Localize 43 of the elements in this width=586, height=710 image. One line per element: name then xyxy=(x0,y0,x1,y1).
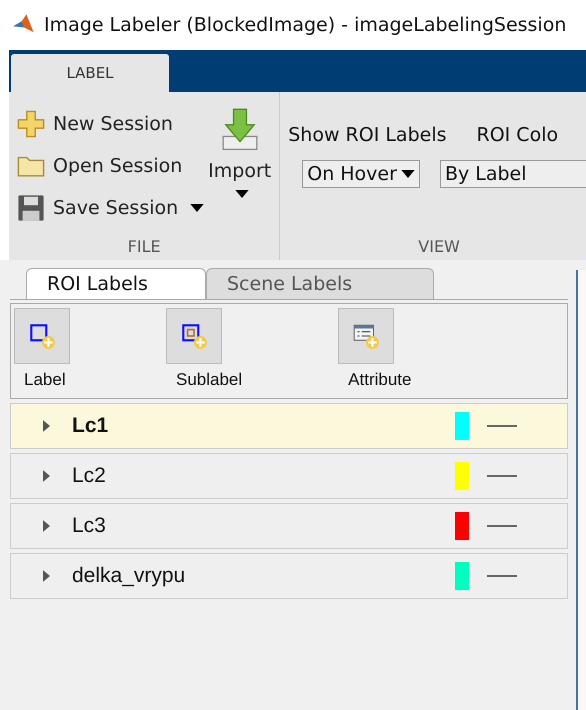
line-style-icon xyxy=(487,525,517,527)
section-title: VIEW xyxy=(417,237,461,256)
ribbon-button[interactable]: New Session xyxy=(17,106,204,142)
label-row[interactable]: delka_vrypu xyxy=(10,553,568,599)
add-button[interactable] xyxy=(166,308,222,364)
line-style-icon xyxy=(487,575,517,577)
tool-label: Sublabel xyxy=(176,370,242,390)
show-labels-dropdown[interactable]: On Hover xyxy=(302,160,420,188)
label-row[interactable]: Lc1 xyxy=(10,403,568,449)
show-roi-labels-label: Show ROI Labels xyxy=(288,124,446,146)
roi-color-dropdown[interactable]: By Label xyxy=(440,160,586,188)
panel-tab[interactable]: ROI Labels xyxy=(26,268,206,299)
caret-icon xyxy=(234,190,249,198)
add-button[interactable] xyxy=(14,308,70,364)
rectangle-plus-icon xyxy=(27,321,57,351)
download-arrow-icon xyxy=(220,108,260,152)
expand-arrow-icon xyxy=(43,470,50,482)
ribbon-button[interactable]: Save Session xyxy=(17,190,204,226)
ribbon-button[interactable]: Open Session xyxy=(17,148,204,184)
plus-icon xyxy=(17,110,45,138)
label-name: Lc2 xyxy=(72,464,107,488)
label-name: Lc3 xyxy=(72,514,107,538)
label-name: delka_vrypu xyxy=(72,564,186,588)
expand-arrow-icon xyxy=(43,520,50,532)
label-row[interactable]: Lc3 xyxy=(10,503,568,549)
tool-label: Attribute xyxy=(348,370,412,390)
line-style-icon xyxy=(487,425,517,427)
caret-icon xyxy=(190,204,204,212)
import-button[interactable]: Import xyxy=(208,100,272,237)
ribbon-tab[interactable]: LABEL xyxy=(11,54,169,92)
expand-arrow-icon xyxy=(43,570,50,582)
nested-rectangle-plus-icon xyxy=(179,321,209,351)
roi-color-label: ROI Colo xyxy=(476,124,558,146)
add-button[interactable] xyxy=(338,308,394,364)
label-name: Lc1 xyxy=(72,414,110,438)
tool-label: Label xyxy=(24,370,66,390)
panel-tab[interactable]: Scene Labels xyxy=(206,268,434,299)
line-style-icon xyxy=(487,475,517,477)
expand-arrow-icon xyxy=(43,420,50,432)
section-title: FILE xyxy=(126,237,162,256)
caret-icon xyxy=(400,170,415,178)
window-title: Image Labeler (BlockedImage) - imageLabelingSession xyxy=(44,14,566,36)
label-row[interactable]: Lc2 xyxy=(10,453,568,499)
